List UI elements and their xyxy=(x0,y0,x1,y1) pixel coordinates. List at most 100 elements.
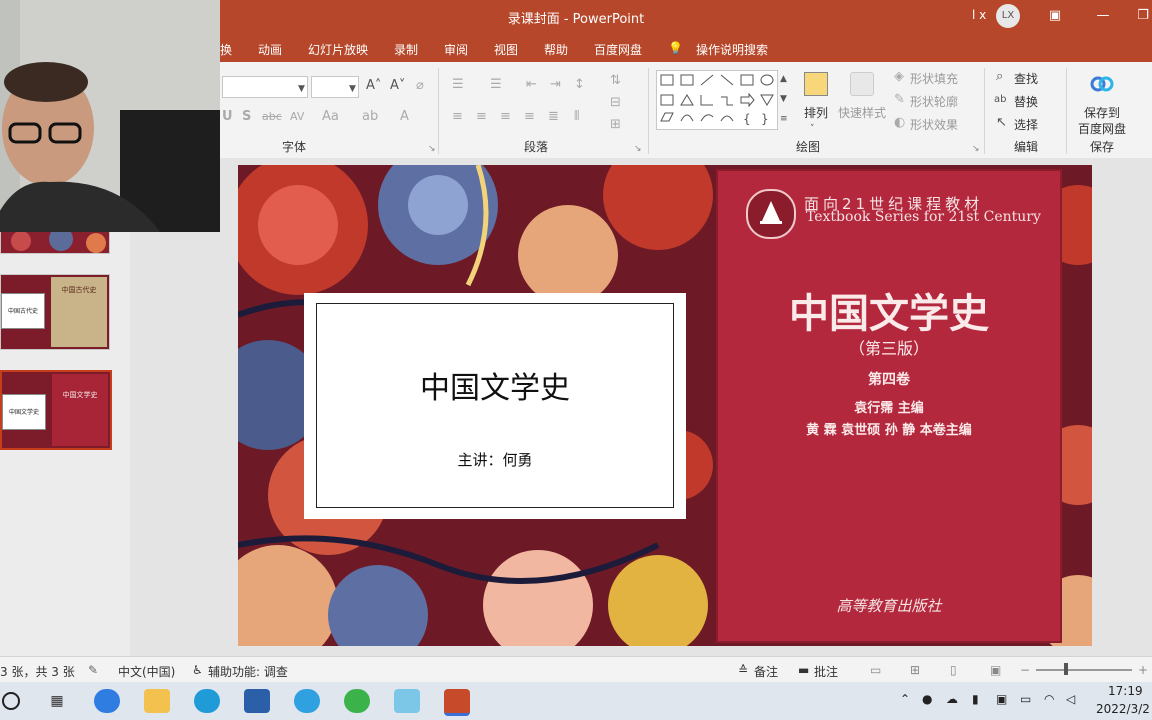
tab-review[interactable]: 审阅 xyxy=(444,41,468,58)
slide-sorter-icon[interactable]: ⊞ xyxy=(910,663,920,677)
columns-icon[interactable]: ⫴ xyxy=(574,110,579,124)
clock-date[interactable]: 2022/3/2 xyxy=(1096,702,1150,716)
clear-format-icon[interactable]: ⌀ xyxy=(416,79,424,93)
tab-animations[interactable]: 动画 xyxy=(258,41,282,58)
search-icon[interactable] xyxy=(2,692,20,710)
justify-icon[interactable]: ≡ xyxy=(524,110,535,124)
zoom-in-icon[interactable]: + xyxy=(1138,663,1148,677)
slide-subtitle[interactable]: 主讲：何勇 xyxy=(304,449,686,470)
tell-me-search[interactable]: 操作说明搜索 xyxy=(696,41,768,58)
quick-styles-button[interactable]: 快速样式 xyxy=(838,104,886,121)
replace-button[interactable]: 替换 xyxy=(1014,93,1038,110)
user-avatar[interactable]: LX xyxy=(996,4,1020,28)
file-explorer-icon[interactable] xyxy=(144,689,170,713)
arrange-button[interactable]: 排列 xyxy=(804,104,828,121)
slide-thumbnail-2[interactable]: 中国古代史 中国古代史 xyxy=(0,274,110,350)
shape-fill-button[interactable]: 形状填充 xyxy=(910,70,958,87)
dialog-launcher-icon[interactable]: ↘ xyxy=(634,142,642,156)
chevron-down-icon[interactable]: ˅ xyxy=(810,122,815,136)
dialog-launcher-icon[interactable]: ↘ xyxy=(972,142,980,156)
font-name-input[interactable] xyxy=(222,76,308,98)
chevron-down-icon[interactable]: ▼ xyxy=(349,82,356,96)
align-center-icon[interactable]: ≡ xyxy=(476,110,487,124)
increase-indent-icon[interactable]: ⇥ xyxy=(550,78,561,92)
zoom-slider[interactable] xyxy=(1036,669,1132,671)
ribbon-display-options-icon[interactable]: ▣ xyxy=(1044,6,1066,26)
clock-time[interactable]: 17:19 xyxy=(1108,684,1143,698)
folder-icon[interactable]: ▭ xyxy=(1020,692,1031,706)
font-color-icon[interactable]: A xyxy=(400,110,409,124)
slide[interactable]: 中国文学史 主讲：何勇 面向21世纪课程教材 Textbook Series f… xyxy=(238,165,1092,646)
tab-transitions[interactable]: 换 xyxy=(220,41,232,58)
reading-view-icon[interactable]: ▯ xyxy=(950,663,957,677)
cloud-icon[interactable]: ☁ xyxy=(946,692,958,706)
find-button[interactable]: 查找 xyxy=(1014,70,1038,87)
gallery-scroll-up-icon[interactable]: ▲ xyxy=(780,72,787,86)
dialog-launcher-icon[interactable]: ↘ xyxy=(428,142,436,156)
language-indicator[interactable]: 中文(中国) xyxy=(118,663,175,680)
volume-icon[interactable]: ◁ xyxy=(1066,692,1075,706)
edge-browser-icon[interactable] xyxy=(194,689,220,713)
task-view-icon[interactable]: ▦ xyxy=(44,689,70,713)
zoom-out-icon[interactable]: − xyxy=(1020,663,1030,677)
slideshow-icon[interactable]: ▣ xyxy=(990,663,1001,677)
slide-title[interactable]: 中国文学史 xyxy=(304,363,686,407)
shrink-font-icon[interactable]: A˅ xyxy=(390,79,405,93)
select-button[interactable]: 选择 xyxy=(1014,116,1038,133)
mail-icon[interactable] xyxy=(244,689,270,713)
wifi-icon[interactable]: ◠ xyxy=(1044,692,1054,706)
browser-e-icon[interactable] xyxy=(294,689,320,713)
distribute-icon[interactable]: ≣ xyxy=(548,110,559,124)
tab-view[interactable]: 视图 xyxy=(494,41,518,58)
tray-expand-icon[interactable]: ⌃ xyxy=(900,692,910,706)
notes-button[interactable]: 备注 xyxy=(754,663,778,680)
app-icon[interactable] xyxy=(394,689,420,713)
minimize-button[interactable]: — xyxy=(1092,6,1114,26)
chevron-down-icon[interactable]: ▼ xyxy=(298,82,305,96)
zoom-slider-thumb[interactable] xyxy=(1064,663,1068,675)
align-right-icon[interactable]: ≡ xyxy=(500,110,511,124)
drawing-group-label: 绘图 xyxy=(796,140,821,154)
microphone-icon[interactable]: ▮ xyxy=(972,692,979,706)
tab-help[interactable]: 帮助 xyxy=(544,41,568,58)
normal-view-icon[interactable]: ▭ xyxy=(870,663,881,677)
accessibility-status[interactable]: 辅助功能: 调查 xyxy=(208,663,288,680)
tab-baidu-netdisk[interactable]: 百度网盘 xyxy=(594,41,642,58)
qq-icon[interactable]: ● xyxy=(922,692,932,706)
wechat-icon[interactable] xyxy=(344,689,370,713)
decrease-indent-icon[interactable]: ⇤ xyxy=(526,78,537,92)
gallery-scroll-down-icon[interactable]: ▼ xyxy=(780,92,787,106)
spelling-check-icon[interactable]: ✎ xyxy=(88,663,98,677)
align-left-icon[interactable]: ≡ xyxy=(452,110,463,124)
align-text-icon[interactable]: ⊟ xyxy=(610,96,621,110)
line-spacing-icon[interactable]: ↕ xyxy=(574,78,585,92)
shapes-gallery[interactable]: {} xyxy=(656,70,778,130)
change-case-icon[interactable]: Aa xyxy=(322,110,339,124)
comments-button[interactable]: 批注 xyxy=(814,663,838,680)
strikethrough-icon[interactable]: abc xyxy=(262,110,282,124)
save-to-baidu-line1[interactable]: 保存到 xyxy=(1084,104,1120,121)
slide-thumbnail-3-selected[interactable]: 中国文学史 中国文学史 xyxy=(0,370,112,450)
book-cover-image[interactable]: 面向21世纪课程教材 Textbook Series for 21st Cent… xyxy=(716,169,1062,643)
bullets-icon[interactable]: ☰ xyxy=(452,78,464,92)
underline-icon[interactable]: U xyxy=(222,110,233,124)
grow-font-icon[interactable]: A˄ xyxy=(366,79,381,93)
tab-record[interactable]: 录制 xyxy=(394,41,418,58)
shape-outline-button[interactable]: 形状轮廓 xyxy=(910,93,958,110)
save-to-baidu-line2[interactable]: 百度网盘 xyxy=(1078,120,1126,137)
user-name[interactable]: l x xyxy=(972,8,986,22)
book-series-logo xyxy=(746,189,796,239)
smartart-icon[interactable]: ⊞ xyxy=(610,118,621,132)
restore-button[interactable]: ❐ xyxy=(1132,6,1152,26)
char-spacing-icon[interactable]: AV xyxy=(290,110,304,124)
tray-app-icon[interactable]: ▣ xyxy=(996,692,1007,706)
shadow-icon[interactable]: S xyxy=(242,110,251,124)
powerpoint-icon[interactable] xyxy=(444,689,470,716)
highlight-icon[interactable]: ab xyxy=(362,110,378,124)
text-direction-icon[interactable]: ⇅ xyxy=(610,74,621,88)
shape-effects-button[interactable]: 形状效果 xyxy=(910,116,958,133)
ie-browser-icon[interactable] xyxy=(94,689,120,713)
tab-slideshow[interactable]: 幻灯片放映 xyxy=(308,41,368,58)
gallery-more-icon[interactable]: ≡ xyxy=(780,112,788,126)
numbering-icon[interactable]: ☰ xyxy=(490,78,502,92)
